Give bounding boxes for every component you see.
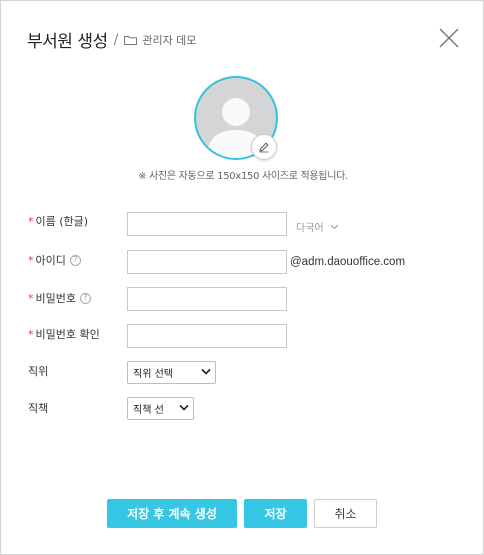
position-select-value: 직위 선택 — [133, 369, 173, 380]
id-input[interactable] — [127, 250, 287, 274]
org-name: 관리자 데모 — [142, 33, 197, 47]
chevron-down-icon — [330, 224, 338, 229]
password-confirm-input[interactable] — [127, 324, 287, 348]
password-confirm-label-text: 비밀번호 확인 — [35, 328, 100, 341]
duty-select-value: 직책 선 — [133, 405, 164, 416]
id-label-text: 아이디 — [35, 254, 66, 267]
email-domain: @adm.daouoffice.com — [290, 256, 406, 268]
dialog-header: 부서원 생성 / 관리자 데모 — [27, 27, 197, 53]
title-separator: / — [113, 31, 119, 48]
chevron-down-icon — [201, 368, 211, 375]
save-button[interactable]: 저장 — [244, 499, 307, 528]
save-and-continue-button[interactable]: 저장 후 계속 생성 — [107, 499, 237, 528]
dialog-title: 부서원 생성 — [27, 32, 108, 52]
duty-label: 직책 — [28, 400, 48, 416]
close-icon[interactable] — [439, 28, 459, 48]
photo-size-note: ※ 사진은 자동으로 150x150 사이즈로 적용됩니다. — [138, 171, 348, 182]
required-mark: * — [28, 291, 34, 305]
pencil-icon — [259, 142, 269, 153]
profile-photo — [194, 76, 278, 160]
name-input[interactable] — [127, 212, 287, 236]
duty-select[interactable]: 직책 선 — [127, 397, 194, 420]
required-mark: * — [28, 327, 34, 341]
folder-icon — [124, 35, 138, 45]
required-mark: * — [28, 253, 34, 267]
name-label: * 이름 (한글) — [28, 213, 88, 229]
position-label-text: 직위 — [28, 365, 49, 378]
help-icon[interactable]: ? — [69, 254, 81, 266]
multilanguage-link[interactable]: 다국어 — [296, 219, 339, 234]
password-input[interactable] — [127, 287, 287, 311]
cancel-button[interactable]: 취소 — [314, 499, 377, 528]
password-confirm-label: * 비밀번호 확인 — [28, 326, 100, 342]
name-label-text: 이름 (한글) — [35, 215, 89, 228]
position-label: 직위 — [28, 363, 48, 379]
edit-photo-button[interactable] — [251, 134, 277, 160]
position-select[interactable]: 직위 선택 — [127, 361, 216, 384]
help-icon[interactable]: ? — [79, 292, 91, 304]
create-member-dialog: 부서원 생성 / 관리자 데모 ※ 사진은 자동으로 150x150 사이즈로 … — [0, 0, 484, 555]
password-label: * 비밀번호 ? — [28, 290, 91, 306]
chevron-down-icon — [179, 404, 189, 411]
multilanguage-label: 다국어 — [296, 223, 324, 234]
id-label: * 아이디 ? — [28, 252, 81, 268]
duty-label-text: 직책 — [28, 402, 49, 415]
password-label-text: 비밀번호 — [35, 292, 76, 305]
required-mark: * — [28, 214, 34, 228]
